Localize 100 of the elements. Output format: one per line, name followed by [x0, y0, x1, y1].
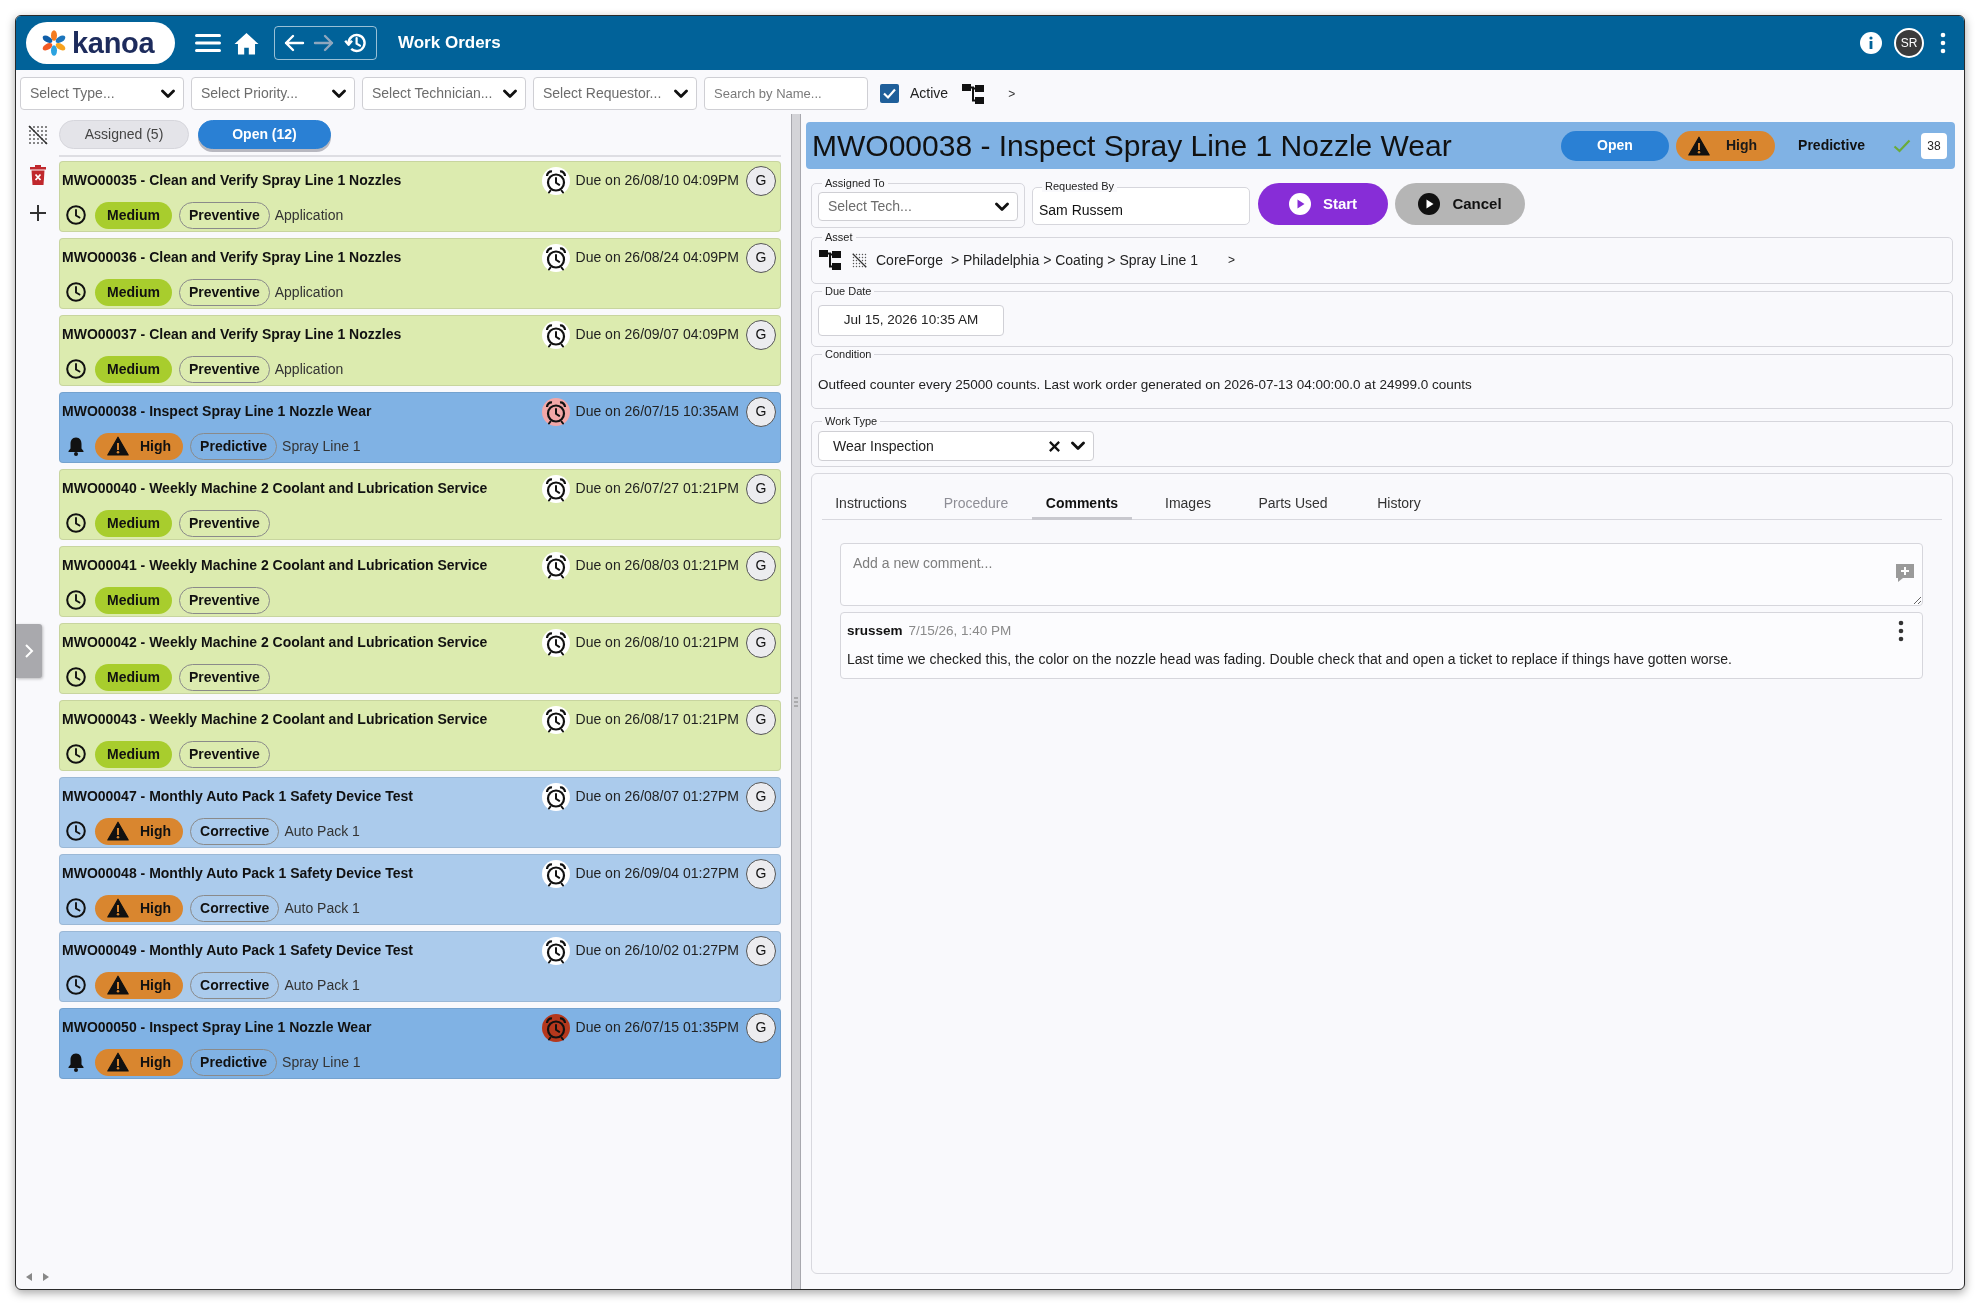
detail-tab[interactable]: Instructions [822, 480, 920, 521]
work-order-card[interactable]: MWO00047 - Monthly Auto Pack 1 Safety Device Test Due on 26/08/07 01:27PM G High Corrective Auto Pack 1 [59, 777, 781, 848]
work-order-card[interactable]: MWO00048 - Monthly Auto Pack 1 Safety Device Test Due on 26/09/04 01:27PM G High Corrective Auto Pack 1 [59, 854, 781, 925]
scroll-left-icon[interactable] [26, 1273, 32, 1281]
due-date: Due on 26/07/15 01:35PM [575, 1018, 739, 1037]
assignee-avatar: G [746, 781, 776, 812]
hierarchy-icon[interactable] [962, 83, 985, 104]
work-order-card[interactable]: MWO00050 - Inspect Spray Line 1 Nozzle Wear Due on 26/07/15 01:35PM G High Predictive Spray Line 1 [59, 1008, 781, 1079]
start-button[interactable]: Start [1258, 183, 1388, 225]
work-order-card[interactable]: MWO00035 - Clean and Verify Spray Line 1 Nozzles Due on 26/08/10 04:09PM G Medium Preventive Application [59, 161, 781, 232]
due-date: Due on 26/08/24 04:09PM [575, 248, 739, 267]
asset-name: Auto Pack 1 [284, 975, 360, 995]
assignee-avatar: G [746, 319, 776, 350]
assignee-avatar: G [746, 242, 776, 273]
plus-icon[interactable] [28, 204, 47, 222]
priority-label: High [140, 898, 172, 918]
add-comment-icon[interactable] [1895, 563, 1915, 584]
asset-path: > Philadelphia > Coating > Spray Line 1 [950, 250, 1199, 270]
grid-off-icon[interactable] [27, 125, 48, 145]
due-date: Due on 26/07/27 01:21PM [575, 479, 739, 498]
field-label: Asset [824, 232, 854, 243]
clear-icon[interactable] [1048, 439, 1061, 453]
due-date-field[interactable]: Jul 15, 2026 10:35 AM [818, 305, 1004, 336]
filter-select[interactable]: Select Priority... [191, 77, 355, 110]
detail-tab[interactable]: Parts Used [1244, 480, 1342, 521]
more-icon[interactable] [1898, 620, 1904, 643]
due-date: Due on 26/07/15 10:35AM [575, 402, 739, 421]
assignee-avatar: G [746, 396, 776, 427]
asset-expand-toggle[interactable]: > [1228, 251, 1236, 269]
search-field[interactable]: Search by Name... [704, 77, 868, 110]
detail-tab[interactable]: History [1342, 480, 1456, 521]
filter-select[interactable]: Select Technician... [362, 77, 526, 110]
play-icon [1418, 193, 1441, 215]
user-avatar[interactable]: SR [1894, 28, 1924, 58]
cancel-button[interactable]: Cancel [1395, 183, 1525, 225]
grip-icon [794, 696, 798, 707]
assignee-avatar: G [746, 550, 776, 581]
back-arrow-icon[interactable] [283, 34, 306, 52]
work-order-card[interactable]: MWO00043 - Weekly Machine 2 Coolant and Lubrication Service Due on 26/08/17 01:21PM G Medium Preventive [59, 700, 781, 771]
due-date: Due on 26/08/03 01:21PM [575, 556, 739, 575]
priority-label: High [140, 1052, 172, 1072]
warning-icon [107, 1052, 129, 1072]
grid-off-icon[interactable] [852, 252, 867, 268]
priority-badge: Medium [95, 355, 172, 383]
work-order-title: MWO00042 - Weekly Machine 2 Coolant and Lubrication Service [62, 633, 488, 652]
priority-badge: Medium [95, 201, 172, 229]
due-date: Due on 26/09/04 01:27PM [575, 864, 739, 883]
comment-field[interactable]: Add a new comment... [840, 543, 1923, 607]
list-tab[interactable]: Open (12) [198, 120, 331, 149]
field-label: Work Type [824, 416, 879, 428]
logo-text: kanoa [72, 28, 155, 58]
assignee-avatar: G [746, 627, 776, 658]
home-icon[interactable] [234, 31, 259, 55]
checkbox-label: Active [910, 84, 949, 103]
bell-icon [67, 1052, 85, 1072]
work-order-title: MWO00041 - Weekly Machine 2 Coolant and Lubrication Service [62, 556, 488, 575]
priority-label: High [140, 821, 172, 841]
filter-select[interactable]: Select Requestor... [533, 77, 697, 110]
work-type-select[interactable]: Wear Inspection [818, 431, 1094, 462]
active-checkbox[interactable] [880, 84, 899, 103]
scroll-right-icon[interactable] [43, 1273, 49, 1281]
work-order-card[interactable]: MWO00038 - Inspect Spray Line 1 Nozzle Wear Due on 26/07/15 10:35AM G High Predictive Spray Line 1 [59, 392, 781, 463]
due-date: Due on 26/08/17 01:21PM [575, 710, 739, 729]
chevron-down-icon [674, 88, 688, 99]
info-icon[interactable] [1860, 32, 1882, 54]
work-order-title: MWO00037 - Clean and Verify Spray Line 1 Nozzles [62, 325, 402, 344]
warning-icon [107, 898, 129, 918]
work-order-card[interactable]: MWO00036 - Clean and Verify Spray Line 1 Nozzles Due on 26/08/24 04:09PM G Medium Preventive Application [59, 238, 781, 309]
priority-badge: Medium [95, 509, 172, 537]
history-icon[interactable] [343, 31, 368, 55]
work-order-card[interactable]: MWO00042 - Weekly Machine 2 Coolant and Lubrication Service Due on 26/08/10 01:21PM G Medium Preventive [59, 623, 781, 694]
list-tab[interactable]: Assigned (5) [59, 120, 189, 149]
work-order-card[interactable]: MWO00040 - Weekly Machine 2 Coolant and Lubrication Service Due on 26/07/27 01:21PM G Medium Preventive [59, 469, 781, 540]
expand-toggle[interactable]: > [1008, 84, 1016, 103]
technician-select[interactable]: Select Tech... [818, 192, 1018, 221]
clock-icon [66, 667, 86, 687]
work-order-title: MWO00050 - Inspect Spray Line 1 Nozzle Wear [62, 1018, 372, 1037]
trash-icon[interactable] [29, 165, 46, 185]
work-order-card[interactable]: MWO00041 - Weekly Machine 2 Coolant and Lubrication Service Due on 26/08/03 01:21PM G Medium Preventive [59, 546, 781, 617]
work-type-label: Predictive [1798, 136, 1865, 155]
panel-toggle-button[interactable] [16, 624, 42, 678]
chevron-down-icon [332, 88, 346, 99]
priority-badge: Medium [95, 586, 172, 614]
detail-tab[interactable]: Comments [1032, 480, 1132, 521]
priority-label: High [1725, 136, 1758, 155]
clock-icon [66, 590, 86, 610]
filter-select[interactable]: Select Type... [20, 77, 184, 110]
asset-root-link[interactable]: CoreForge [876, 249, 943, 271]
detail-tab[interactable]: Images [1132, 480, 1244, 521]
work-order-title: MWO00047 - Monthly Auto Pack 1 Safety Device Test [62, 787, 413, 806]
splitter-handle[interactable] [791, 114, 801, 1289]
menu-icon[interactable] [195, 33, 221, 53]
asset-name: Spray Line 1 [282, 436, 361, 456]
work-order-card[interactable]: MWO00037 - Clean and Verify Spray Line 1 Nozzles Due on 26/09/07 04:09PM G Medium Preventive Application [59, 315, 781, 386]
clock-icon [66, 975, 86, 995]
work-order-card[interactable]: MWO00049 - Monthly Auto Pack 1 Safety Device Test Due on 26/10/02 01:27PM G High Corrective Auto Pack 1 [59, 931, 781, 1002]
hierarchy-icon[interactable] [819, 250, 841, 270]
asterisk-icon [40, 29, 68, 57]
asset-name: Auto Pack 1 [284, 898, 360, 918]
more-icon[interactable] [1940, 32, 1946, 54]
